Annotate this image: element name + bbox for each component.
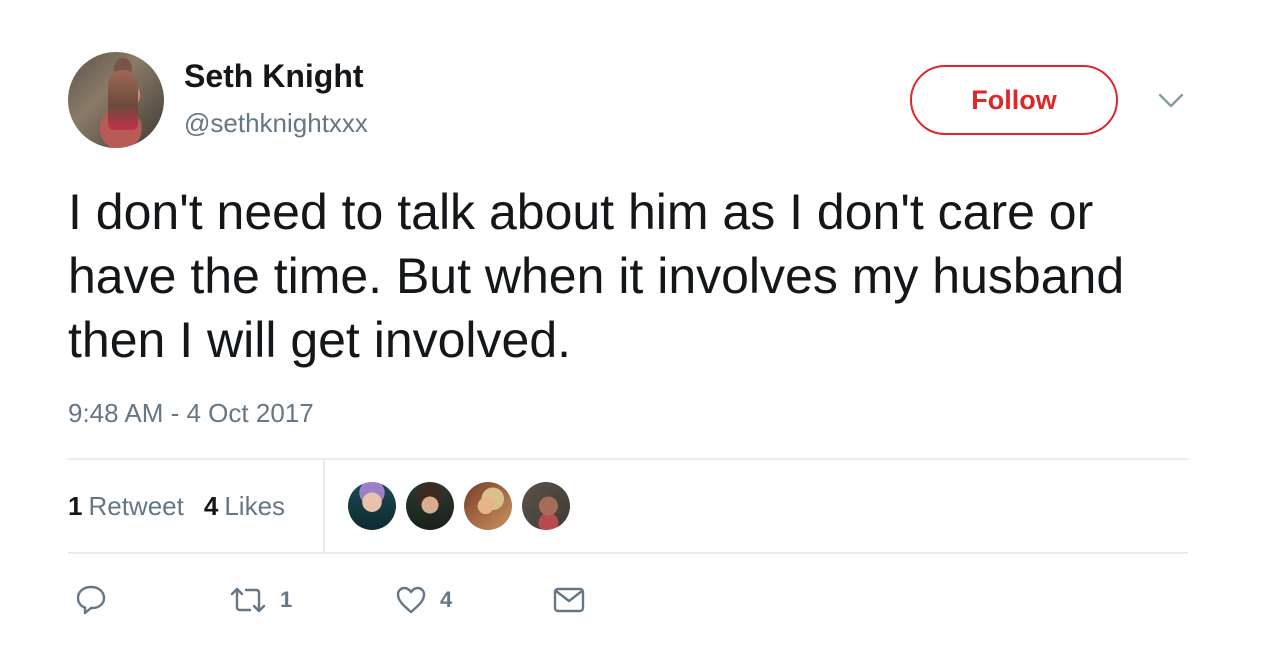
retweet-stat-label: Retweet [88,490,184,521]
user-avatar[interactable] [68,52,164,148]
retweet-stat[interactable]: 1 Retweet [68,491,184,522]
retweet-stat-count: 1 [68,490,83,521]
heart-icon [394,583,428,617]
follow-button[interactable]: Follow [910,65,1118,135]
chevron-down-icon[interactable] [1156,88,1186,112]
avatar-figure [108,70,138,130]
liker-avatar[interactable] [348,482,396,530]
retweet-button[interactable]: 1 [228,580,292,620]
reply-icon [74,583,108,617]
reply-button[interactable] [74,580,108,620]
tweet-timestamp[interactable]: 9:48 AM - 4 Oct 2017 [68,398,314,429]
user-name[interactable]: Seth Knight [184,58,364,95]
stats-separator [323,460,325,552]
envelope-icon [552,583,586,617]
retweet-icon [228,583,268,617]
like-button[interactable]: 4 [394,580,452,620]
tweet-text: I don't need to talk about him as I don'… [68,184,1125,368]
likes-stat-label: Likes [224,490,286,521]
liker-avatar[interactable] [522,482,570,530]
direct-message-button[interactable] [552,580,586,620]
tweet-card: Seth Knight @sethknightxxx Follow I don'… [0,0,1264,668]
likes-stat-count: 4 [203,490,219,521]
divider-bottom [68,552,1188,554]
user-handle[interactable]: @sethknightxxx [184,108,368,139]
liker-avatar[interactable] [406,482,454,530]
liker-avatar[interactable] [464,482,512,530]
likers-list [348,482,580,530]
retweet-count: 1 [280,587,293,612]
tweet-stats: 1 Retweet 4 Likes [68,460,305,552]
like-count: 4 [440,587,453,612]
likes-stat[interactable]: 4 Likes [204,491,285,522]
